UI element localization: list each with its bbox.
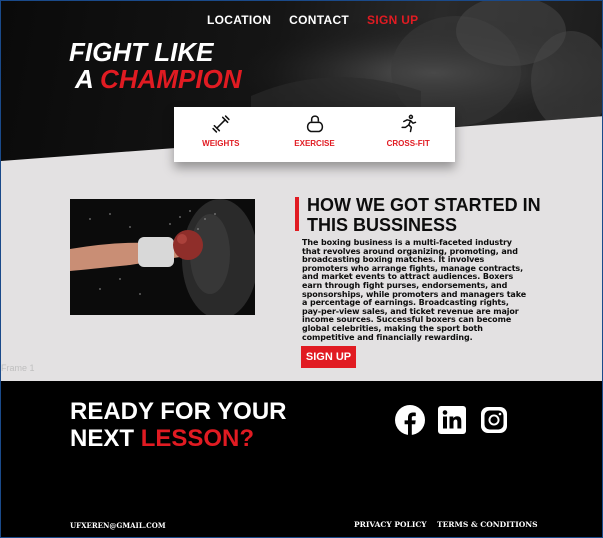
hero-title-line1: FIGHT LIKE <box>69 37 214 67</box>
cta-line2-prefix: NEXT <box>70 425 135 452</box>
cta-heading: READY FOR YOUR NEXT LESSON? <box>70 398 286 452</box>
nav-contact-link[interactable]: CONTACT <box>289 13 349 27</box>
heading-accent-bar <box>295 197 299 231</box>
hero-title-accent: CHAMPION <box>100 64 242 94</box>
hero-title: FIGHT LIKE A CHAMPION <box>69 39 242 93</box>
services-card: WEIGHTS EXERCISE CROSS-FIT <box>174 107 455 162</box>
linkedin-icon[interactable] <box>437 405 467 435</box>
story-body: The boxing business is a multi-faceted i… <box>302 238 527 342</box>
cta-line1: READY FOR YOUR <box>70 398 287 425</box>
service-crossfit[interactable]: CROSS-FIT <box>361 107 455 162</box>
top-nav: LOCATION CONTACT SIGN UP <box>207 13 419 27</box>
signup-button[interactable]: SIGN UP <box>301 346 356 368</box>
dumbbell-icon <box>212 115 230 133</box>
footer-email-link[interactable]: UFXEREN@GMAIL.COM <box>70 521 166 530</box>
footer: READY FOR YOUR NEXT LESSON? UFXEREN@GMAI… <box>1 381 602 537</box>
hero-title-line2-prefix: A <box>75 64 93 94</box>
frame-label: Frame 1 <box>1 363 35 373</box>
nav-location-link[interactable]: LOCATION <box>207 13 271 27</box>
kettlebell-icon <box>306 115 323 133</box>
social-links <box>395 405 509 435</box>
cta-accent: LESSON? <box>140 425 255 452</box>
story-heading: HOW WE GOT STARTED IN THIS BUSSINESS <box>307 195 541 235</box>
facebook-icon[interactable] <box>395 405 425 435</box>
instagram-icon[interactable] <box>479 405 509 435</box>
page-frame: LOCATION CONTACT SIGN UP FIGHT LIKE A CH… <box>0 0 603 538</box>
service-weights[interactable]: WEIGHTS <box>174 107 268 162</box>
nav-signup-link[interactable]: SIGN UP <box>367 13 418 27</box>
service-crossfit-label: CROSS-FIT <box>386 139 430 148</box>
boxing-punch-photo <box>70 199 255 315</box>
footer-privacy-link[interactable]: PRIVACY POLICY <box>354 520 427 529</box>
footer-terms-link[interactable]: TERMS & CONDITIONS <box>437 520 538 529</box>
service-exercise-label: EXERCISE <box>294 139 335 148</box>
service-exercise[interactable]: EXERCISE <box>268 107 362 162</box>
running-person-icon <box>401 114 417 133</box>
service-weights-label: WEIGHTS <box>202 139 240 148</box>
boxing-punch-image <box>70 199 255 315</box>
